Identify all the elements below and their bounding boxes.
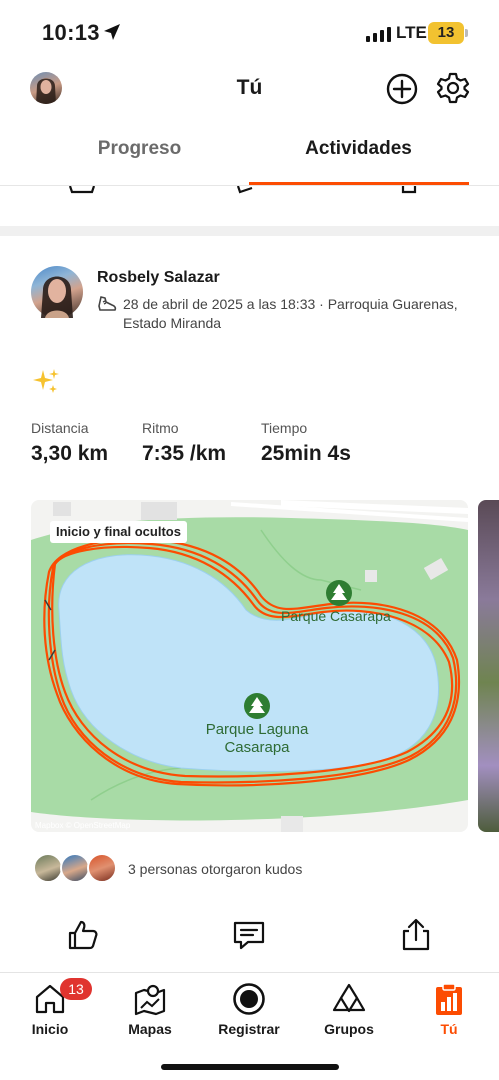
map-privacy-badge: Inicio y final ocultos [50, 521, 187, 543]
notification-badge: 13 [60, 978, 92, 1000]
map-attribution: Mapbox © OpenStreetMap [35, 821, 131, 830]
kudos-thumbs-up-icon[interactable] [66, 918, 100, 952]
park-label-line2: Casarapa [224, 739, 290, 756]
clipboard-chart-icon [436, 983, 462, 1015]
nav-tu[interactable]: Tú [404, 978, 494, 1038]
kudos-count-text[interactable]: 3 personas otorgaron kudos [128, 861, 302, 877]
stat-time-value: 25min 4s [261, 442, 351, 465]
nav-grupos-label: Grupos [324, 1021, 374, 1037]
signal-icon [366, 26, 391, 42]
status-bar: 10:13 LTE 13 [0, 0, 499, 66]
home-indicator [161, 1064, 339, 1070]
previous-actions-icons [68, 186, 417, 194]
park-label-line1: Parque Laguna [206, 721, 309, 738]
kudos-avatar-2 [60, 853, 90, 883]
tab-actividades[interactable]: Actividades [234, 138, 483, 160]
park-pin-top[interactable] [326, 580, 352, 606]
battery-cap [465, 29, 468, 37]
bottom-nav-divider [0, 972, 499, 973]
map-icon [134, 984, 166, 1016]
nav-mapas-label: Mapas [128, 1021, 172, 1037]
nav-inicio-label: Inicio [31, 1021, 69, 1037]
kudos-avatar-3 [87, 853, 117, 883]
stat-time-label: Tiempo [261, 420, 308, 436]
groups-icon [332, 983, 366, 1013]
network-label: LTE [396, 23, 427, 42]
nav-registrar[interactable]: Registrar [204, 978, 294, 1038]
running-shoe-icon [98, 296, 117, 311]
tab-progreso[interactable]: Progreso [15, 138, 264, 160]
record-icon [233, 983, 265, 1015]
page-title: Tú [236, 76, 263, 99]
park-label-top: Parque Casarapa [281, 608, 391, 624]
stat-pace: Ritmo 7:35 /km [142, 420, 226, 466]
nav-tu-label: Tú [440, 1021, 458, 1037]
comment-icon[interactable] [232, 918, 266, 952]
stat-pace-label: Ritmo [142, 420, 179, 436]
stat-distance-value: 3,30 km [31, 442, 109, 465]
location-arrow-icon [104, 24, 120, 40]
tab-bar: Progreso Actividades [0, 128, 499, 186]
status-time: 10:13 [42, 20, 100, 45]
activity-map[interactable]: Parque Casarapa Parque Laguna Casarapa M… [31, 500, 468, 832]
activity-date-location: 28 de abril de 2025 a las 18:33 · Parroq… [123, 296, 458, 331]
gear-icon[interactable] [436, 71, 470, 105]
nav-registrar-label: Registrar [218, 1021, 280, 1037]
stat-pace-value: 7:35 /km [142, 442, 227, 465]
kudos-avatars[interactable] [33, 853, 117, 885]
nav-inicio[interactable]: Inicio 13 [5, 978, 95, 1038]
park-pin-center[interactable] [244, 693, 270, 719]
athlete-avatar[interactable] [31, 266, 83, 318]
nav-mapas[interactable]: Mapas [105, 978, 195, 1038]
share-icon[interactable] [399, 918, 433, 952]
stat-distance-label: Distancia [31, 420, 89, 436]
athlete-avatar-image [41, 276, 73, 318]
section-divider [0, 226, 499, 236]
map-canvas: Parque Casarapa Parque Laguna Casarapa M… [31, 500, 468, 832]
athlete-name[interactable]: Rosbely Salazar [97, 269, 220, 287]
stat-distance: Distancia 3,30 km [31, 420, 108, 466]
app-header: Tú [0, 66, 499, 112]
add-icon[interactable] [385, 72, 419, 106]
previous-activity-actions [0, 186, 499, 210]
stat-time: Tiempo 25min 4s [261, 420, 351, 466]
next-photo-preview[interactable] [478, 500, 499, 832]
kudos-avatar-1 [33, 853, 63, 883]
nav-grupos[interactable]: Grupos [304, 978, 394, 1038]
sparkles-icon [31, 366, 61, 396]
battery-icon: 13 [428, 22, 464, 44]
